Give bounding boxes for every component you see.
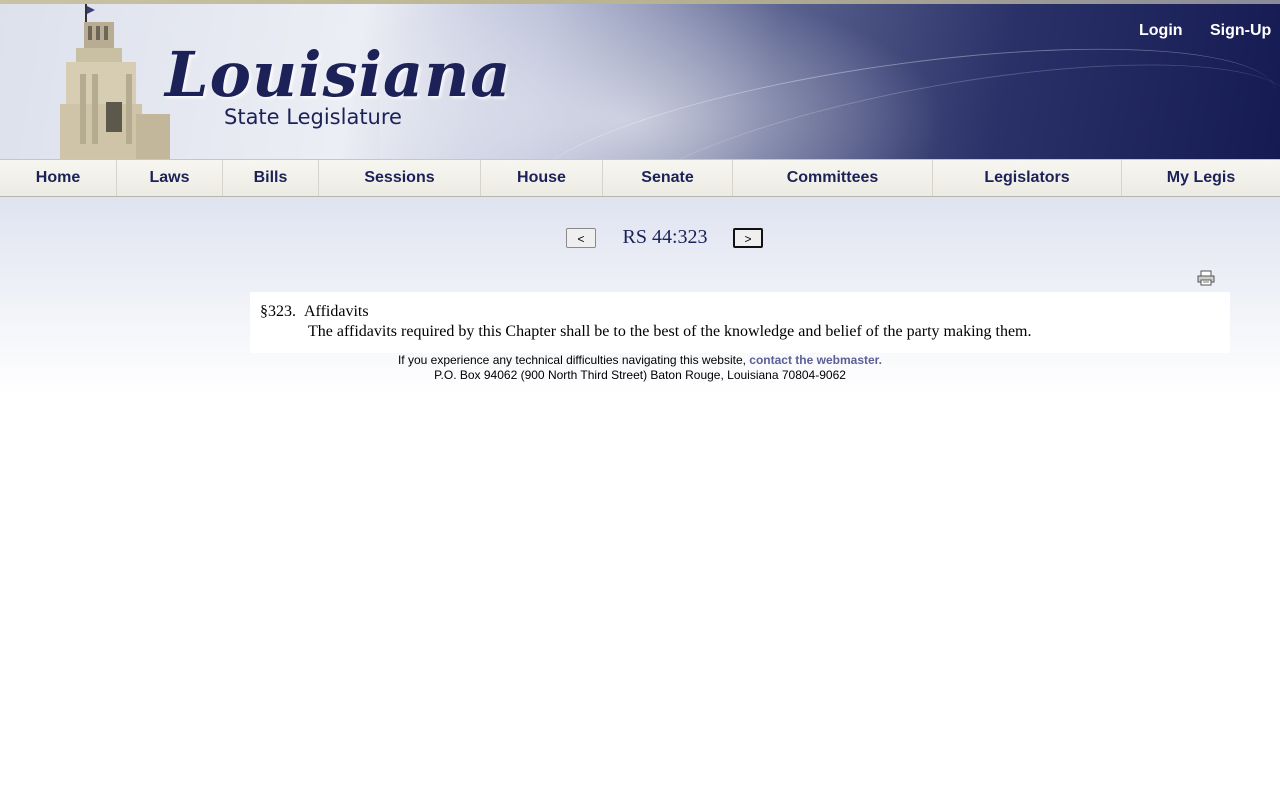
section-title: Affidavits: [304, 303, 369, 320]
section-heading: §323. Affidavits: [260, 303, 369, 321]
site-header: Louisiana State Legislature Login Sign-U…: [0, 4, 1280, 159]
printer-icon[interactable]: [1197, 270, 1215, 286]
nav-laws[interactable]: Laws: [117, 160, 223, 196]
logo-subtitle: State Legislature: [224, 105, 402, 129]
login-link[interactable]: Login: [1139, 22, 1183, 40]
next-statute-button[interactable]: >: [733, 228, 763, 248]
signup-link[interactable]: Sign-Up: [1210, 22, 1271, 40]
footer-address: P.O. Box 94062 (900 North Third Street) …: [434, 368, 846, 382]
nav-sessions[interactable]: Sessions: [319, 160, 481, 196]
contact-webmaster-link[interactable]: contact the webmaster.: [749, 353, 882, 367]
section-body: The affidavits required by this Chapter …: [308, 323, 1032, 340]
capitol-building-image: [60, 4, 170, 159]
footer-help-line: If you experience any technical difficul…: [250, 353, 1030, 368]
footer-help-text: If you experience any technical difficul…: [397, 353, 746, 367]
nav-home[interactable]: Home: [0, 160, 117, 196]
nav-house[interactable]: House: [481, 160, 603, 196]
statute-citation-title: RS 44:323: [622, 226, 708, 248]
section-number: §323.: [260, 303, 296, 320]
logo-title: Louisiana: [165, 38, 512, 111]
main-nav: Home Laws Bills Sessions House Senate Co…: [0, 159, 1280, 197]
statute-content: §323. Affidavits The affidavits required …: [250, 292, 1230, 353]
site-footer: If you experience any technical difficul…: [250, 353, 1030, 383]
nav-committees[interactable]: Committees: [733, 160, 933, 196]
nav-legislators[interactable]: Legislators: [933, 160, 1122, 196]
nav-my-legis[interactable]: My Legis: [1122, 160, 1280, 196]
previous-statute-button[interactable]: <: [566, 228, 596, 248]
nav-bills[interactable]: Bills: [223, 160, 319, 196]
nav-senate[interactable]: Senate: [603, 160, 733, 196]
